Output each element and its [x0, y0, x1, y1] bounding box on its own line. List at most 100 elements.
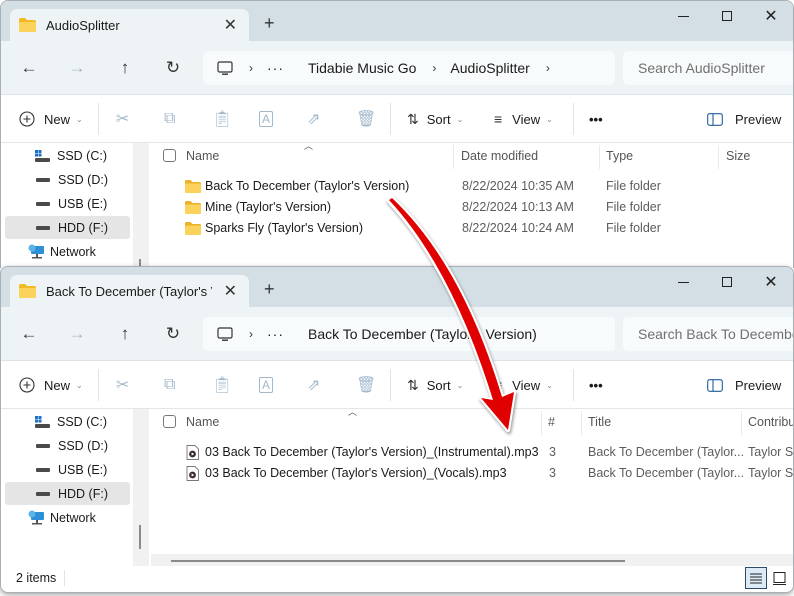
navigation-bar: ← → ↑ ↻ › ··· Back To December (Taylor's…	[1, 307, 793, 361]
sidebar-item-network[interactable]: Network	[5, 506, 130, 529]
large-icons-view-button[interactable]	[768, 567, 790, 589]
sidebar-item-ssd-d[interactable]: SSD (D:)	[5, 168, 130, 191]
sidebar-item-ssd-c[interactable]: SSD (C:)	[5, 144, 130, 167]
scrollbar-thumb[interactable]	[171, 560, 625, 562]
new-tab-button[interactable]: +	[264, 280, 275, 298]
column-header-title[interactable]: Title	[588, 409, 611, 435]
breadcrumb-overflow[interactable]: ···	[267, 326, 284, 342]
rename-button[interactable]: A	[259, 95, 274, 143]
preview-pane-icon	[707, 378, 723, 392]
file-date: 8/22/2024 10:13 AM	[462, 200, 574, 214]
up-button[interactable]: ↑	[111, 322, 139, 346]
new-button[interactable]: New ⌄	[19, 361, 83, 409]
address-bar[interactable]: › ··· Tidabie Music Go › AudioSplitter ›	[203, 51, 615, 85]
select-all-checkbox[interactable]	[163, 415, 176, 428]
breadcrumb-item[interactable]: AudioSplitter	[450, 60, 529, 76]
copy-button[interactable]: ⧉	[164, 95, 175, 143]
breadcrumb-overflow[interactable]: ···	[267, 60, 284, 76]
maximize-button[interactable]	[705, 1, 749, 31]
sort-icon: ⇅	[407, 376, 419, 393]
copy-button[interactable]: ⧉	[164, 361, 175, 409]
column-divider	[453, 145, 454, 169]
back-button[interactable]: ←	[15, 322, 43, 346]
file-row[interactable]: 03 Back To December (Taylor's Version)_(…	[149, 463, 793, 484]
column-header-date-modified[interactable]: Date modified	[461, 143, 538, 169]
search-input[interactable]: Search Back To December (Taylor's Versio…	[623, 317, 793, 351]
more-options-button[interactable]: •••	[589, 95, 603, 143]
sort-button[interactable]: ⇅ Sort ⌄	[407, 95, 463, 143]
sidebar-item-usb-e[interactable]: USB (E:)	[5, 192, 130, 215]
plus-circle-icon	[19, 111, 35, 127]
scrollbar-thumb[interactable]	[139, 525, 141, 549]
view-button[interactable]: ≡ View ⌄	[494, 361, 553, 409]
file-type: File folder	[606, 221, 661, 235]
breadcrumb-item[interactable]: Back To December (Taylor's Version)	[308, 326, 537, 342]
preview-button[interactable]: Preview	[707, 361, 781, 409]
refresh-icon: ↻	[165, 58, 181, 77]
new-button[interactable]: New ⌄	[19, 95, 83, 143]
column-header-contributing-artists[interactable]: Contribu	[748, 409, 793, 435]
close-window-button[interactable]: ✕	[749, 1, 793, 31]
breadcrumb-item[interactable]: Tidabie Music Go	[308, 60, 416, 76]
close-tab-icon[interactable]: ✕	[224, 15, 237, 35]
sidebar-item-label: USB (E:)	[58, 462, 108, 477]
address-bar[interactable]: › ··· Back To December (Taylor's Version…	[203, 317, 615, 351]
delete-button[interactable]: 🗑︎	[356, 95, 376, 143]
close-tab-icon[interactable]: ✕	[224, 281, 237, 301]
cut-button[interactable]: ✂	[116, 95, 129, 143]
view-button[interactable]: ≡ View ⌄	[494, 95, 553, 143]
new-tab-button[interactable]: +	[264, 14, 275, 32]
column-header-track-number[interactable]: #	[548, 409, 555, 435]
file-row[interactable]: Mine (Taylor's Version) 8/22/2024 10:13 …	[149, 197, 793, 218]
column-header-name[interactable]: Name	[186, 409, 219, 435]
file-row[interactable]: Sparks Fly (Taylor's Version) 8/22/2024 …	[149, 218, 793, 239]
sidebar-scrollbar[interactable]	[133, 143, 149, 268]
up-button[interactable]: ↑	[111, 56, 139, 80]
column-header-name[interactable]: Name	[186, 143, 219, 169]
preview-button[interactable]: Preview	[707, 95, 781, 143]
chevron-down-icon: ⌄	[546, 380, 553, 390]
maximize-button[interactable]	[705, 267, 749, 297]
share-button[interactable]: ⇗	[307, 95, 320, 143]
sidebar-item-usb-e[interactable]: USB (E:)	[5, 458, 130, 481]
sort-button[interactable]: ⇅ Sort ⌄	[407, 361, 463, 409]
minimize-button[interactable]	[661, 1, 705, 31]
more-options-button[interactable]: •••	[589, 361, 603, 409]
paste-button[interactable]: 📋︎	[212, 361, 232, 409]
audio-file-icon	[186, 445, 199, 460]
tab-audiosplitter[interactable]: AudioSplitter ✕	[10, 9, 249, 41]
paste-button[interactable]: 📋︎	[212, 95, 232, 143]
search-input[interactable]: Search AudioSplitter	[623, 51, 793, 85]
refresh-button[interactable]: ↻	[159, 56, 187, 80]
tab-back-to-december[interactable]: Back To December (Taylor's Ve ✕	[10, 275, 249, 307]
forward-button[interactable]: →	[63, 56, 91, 80]
chevron-down-icon: ⌄	[76, 380, 83, 390]
navigation-pane: SSD (C:) SSD (D:) USB (E:) HDD (F:) Netw…	[1, 409, 133, 568]
back-button[interactable]: ←	[15, 56, 43, 80]
sidebar-item-ssd-c[interactable]: SSD (C:)	[5, 410, 130, 433]
file-row[interactable]: Back To December (Taylor's Version) 8/22…	[149, 176, 793, 197]
cut-button[interactable]: ✂	[116, 361, 129, 409]
sidebar-item-network[interactable]: Network	[5, 240, 130, 263]
minimize-button[interactable]	[661, 267, 705, 297]
sidebar-item-ssd-d[interactable]: SSD (D:)	[5, 434, 130, 457]
sidebar-item-hdd-f[interactable]: HDD (F:)	[5, 482, 130, 505]
column-header-size[interactable]: Size	[726, 143, 750, 169]
view-lines-icon: ≡	[494, 377, 503, 393]
share-button[interactable]: ⇗	[307, 361, 320, 409]
view-lines-icon: ≡	[494, 111, 503, 127]
sidebar-item-label: Network	[50, 510, 96, 525]
details-view-button[interactable]	[745, 567, 767, 589]
sidebar-item-hdd-f[interactable]: HDD (F:)	[5, 216, 130, 239]
chevron-right-icon[interactable]: ›	[546, 61, 550, 75]
forward-button[interactable]: →	[63, 322, 91, 346]
refresh-button[interactable]: ↻	[159, 322, 187, 346]
file-row[interactable]: 03 Back To December (Taylor's Version)_(…	[149, 442, 793, 463]
sidebar-item-label: SSD (C:)	[57, 414, 107, 429]
select-all-checkbox[interactable]	[163, 149, 176, 162]
delete-button[interactable]: 🗑︎	[356, 361, 376, 409]
sidebar-scrollbar[interactable]	[133, 409, 149, 568]
close-window-button[interactable]: ✕	[749, 267, 793, 297]
rename-button[interactable]: A	[259, 361, 274, 409]
column-header-type[interactable]: Type	[606, 143, 633, 169]
